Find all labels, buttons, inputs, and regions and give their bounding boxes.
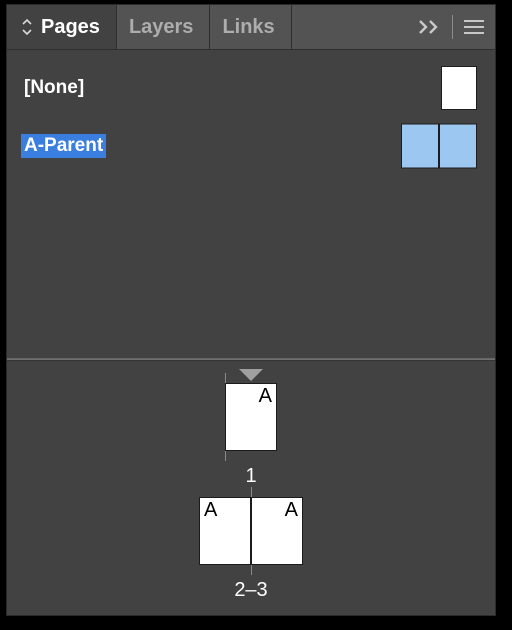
tab-pages[interactable]: Pages <box>7 5 117 49</box>
page-3-thumbnail[interactable]: A <box>251 497 303 565</box>
spread-2-3-number: 2–3 <box>234 579 267 602</box>
tab-links-label: Links <box>222 16 274 39</box>
tab-layers[interactable]: Layers <box>117 5 211 49</box>
page-1[interactable]: A 1 <box>225 383 277 488</box>
page-thumbnail <box>441 66 477 110</box>
panel-tabbar: Pages Layers Links <box>7 5 495 49</box>
master-none-label: [None] <box>21 76 87 100</box>
master-row-a-parent[interactable]: A-Parent <box>7 122 495 170</box>
master-a-parent-thumbs[interactable] <box>401 124 477 169</box>
tab-pages-label: Pages <box>41 16 100 39</box>
page-1-thumb-wrap: A <box>225 383 277 451</box>
tabbar-right-controls <box>418 5 495 49</box>
master-prefix: A <box>204 500 217 520</box>
page-thumbnail-left <box>401 124 439 169</box>
tab-links[interactable]: Links <box>210 5 291 49</box>
spread-2-3[interactable]: A A 2–3 <box>199 497 303 602</box>
master-pages-section[interactable]: [None] A-Parent <box>7 49 495 359</box>
master-row-none[interactable]: [None] <box>7 64 495 112</box>
pages-panel: Pages Layers Links <box>6 4 496 616</box>
spread-2-3-thumb-wrap: A A <box>199 497 303 565</box>
tab-layers-label: Layers <box>129 16 194 39</box>
page-1-number: 1 <box>245 465 256 488</box>
panel-menu-icon[interactable] <box>463 19 485 35</box>
document-pages-section[interactable]: A 1 A A 2–3 <box>7 361 495 615</box>
master-none-thumb[interactable] <box>441 66 477 110</box>
page-thumbnail-right <box>439 124 477 169</box>
collapse-toggle-icon[interactable] <box>19 17 35 37</box>
separator <box>452 15 453 39</box>
page-1-thumbnail[interactable]: A <box>225 383 277 451</box>
master-prefix: A <box>259 386 272 406</box>
master-prefix: A <box>285 500 298 520</box>
master-a-parent-label: A-Parent <box>21 134 106 158</box>
page-2-thumbnail[interactable]: A <box>199 497 251 565</box>
active-spread-marker-icon <box>239 369 263 381</box>
overflow-icon[interactable] <box>418 18 442 36</box>
